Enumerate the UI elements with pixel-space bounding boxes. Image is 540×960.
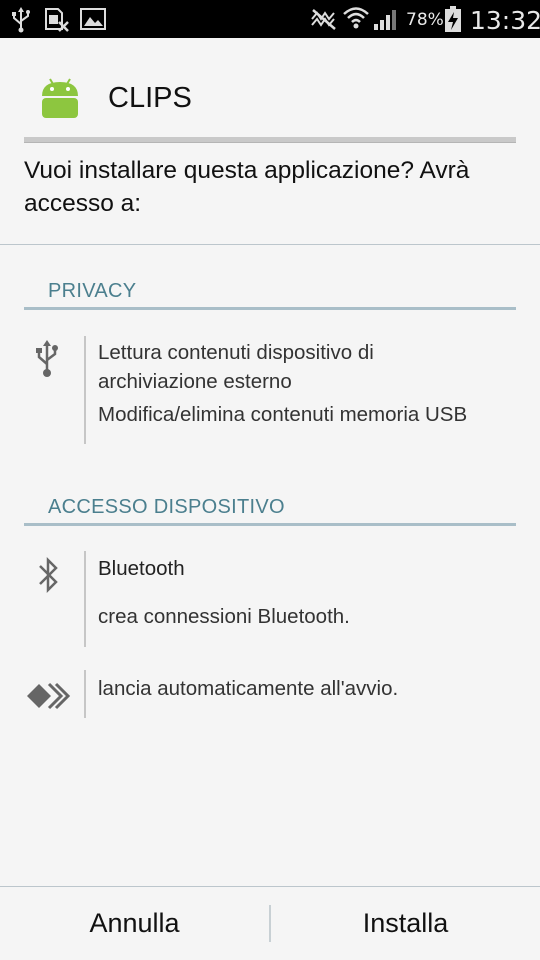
startup-icon	[27, 682, 71, 710]
permission-storage-read-line: Lettura contenuti dispositivo di	[98, 341, 374, 364]
usb-icon	[36, 340, 58, 377]
android-icon	[42, 78, 78, 118]
status-bar: 78% 13:32	[0, 0, 540, 38]
install-question-line: accesso a:	[24, 190, 142, 217]
silent-mode-icon	[311, 9, 336, 30]
battery-percent: 78%	[406, 10, 444, 30]
permission-divider	[84, 551, 86, 647]
wifi-icon	[343, 7, 369, 29]
section-rule	[24, 307, 516, 310]
permission-bluetooth-desc: crea connessioni Bluetooth.	[98, 605, 350, 628]
cancel-button[interactable]: Annulla	[0, 887, 269, 960]
header-divider	[24, 137, 516, 143]
section-rule	[24, 523, 516, 526]
clock: 13:32	[470, 6, 540, 35]
bluetooth-icon	[39, 556, 58, 594]
usb-icon	[12, 7, 30, 33]
battery-charging-icon	[445, 6, 461, 32]
divider	[0, 244, 540, 245]
permission-divider	[84, 336, 86, 444]
sim-blocked-icon	[45, 8, 69, 32]
app-name: CLIPS	[108, 82, 192, 114]
install-question-line: Vuoi installare questa applicazione? Avr…	[24, 157, 470, 184]
permission-startup-desc: lancia automaticamente all'avvio.	[98, 677, 399, 700]
install-button[interactable]: Installa	[271, 887, 540, 960]
section-title-privacy: PRIVACY	[48, 280, 137, 302]
image-icon	[80, 8, 106, 30]
install-question: Vuoi installare questa applicazione? Avr…	[24, 154, 524, 220]
permission-divider	[84, 670, 86, 718]
permission-storage-modify: Modifica/elimina contenuti memoria USB	[98, 403, 468, 426]
section-title-device-access: ACCESSO DISPOSITIVO	[48, 496, 285, 518]
signal-icon	[374, 10, 396, 30]
permission-storage-read-line: archiviazione esterno	[98, 370, 292, 393]
permission-bluetooth-title: Bluetooth	[98, 557, 185, 580]
